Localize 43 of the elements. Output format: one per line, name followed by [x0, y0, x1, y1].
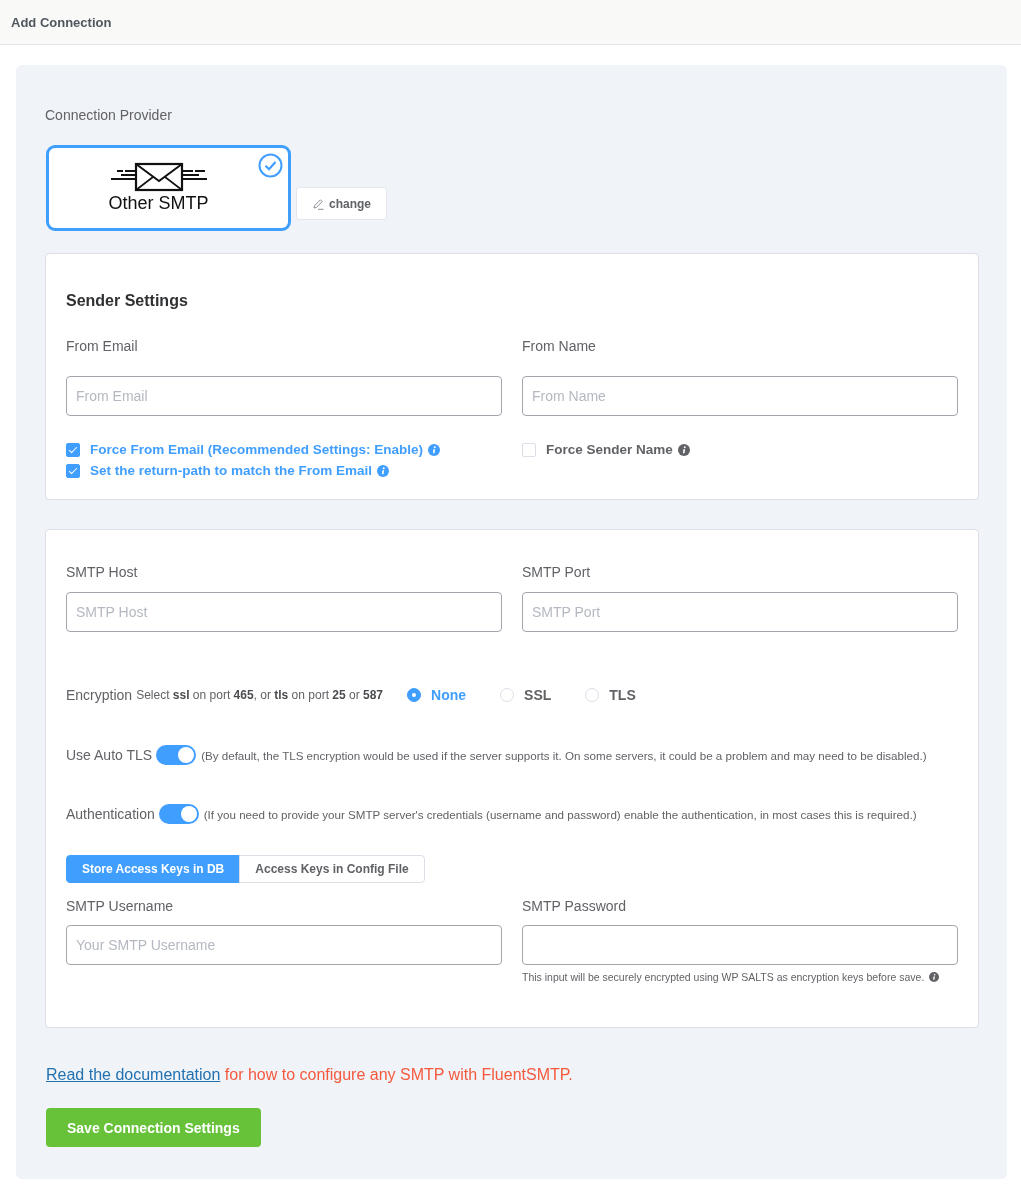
- encryption-hint: Select ssl on port 465, or tls on port 25 or 587: [136, 688, 384, 702]
- tab[interactable]: Access Keys in Config File: [239, 855, 425, 883]
- checkbox[interactable]: [66, 463, 80, 478]
- field-label: SMTP Password: [522, 897, 626, 916]
- input-field[interactable]: Your SMTP Username: [66, 925, 502, 965]
- card-title: Sender Settings: [66, 291, 188, 311]
- field-label: SMTP Username: [66, 897, 174, 916]
- radio-option[interactable]: TLS: [585, 687, 636, 703]
- envelope-icon: [110, 162, 207, 192]
- encryption-label: Encryption: [66, 686, 133, 705]
- toggle-switch[interactable]: [156, 745, 197, 765]
- field-label: SMTP Host: [66, 563, 138, 582]
- change-button[interactable]: change: [296, 187, 387, 220]
- checkbox-option[interactable]: Force Sender Name: [522, 439, 690, 460]
- info-icon: [428, 443, 441, 456]
- toggle-label: Use Auto TLS: [66, 746, 153, 765]
- input-field[interactable]: SMTP Host: [66, 592, 502, 632]
- field-label: From Email: [66, 337, 138, 356]
- toggle-note: (By default, the TLS encryption would be used if the server supports it. On some servers, it could be a problem and may need to be disabled.): [201, 748, 927, 762]
- toggle-label: Authentication: [66, 805, 155, 824]
- provider-card[interactable]: Other SMTP: [46, 145, 291, 231]
- toggle-note: (If you need to provide your SMTP server's credentials (username and password) enable the authentication, in most cases this is required.): [203, 807, 917, 821]
- info-icon: [929, 972, 940, 982]
- checkbox[interactable]: [66, 442, 80, 457]
- radio-option[interactable]: SSL: [500, 687, 552, 703]
- section-label: Connection Provider: [45, 106, 172, 125]
- documentation-link[interactable]: Read the documentation: [46, 1066, 221, 1083]
- input-field[interactable]: From Email: [66, 376, 502, 416]
- radio-button[interactable]: [407, 688, 422, 702]
- pencil-icon: [312, 197, 324, 210]
- input-field[interactable]: From Name: [522, 376, 958, 416]
- field-label: SMTP Port: [522, 563, 591, 582]
- page-title: Add Connection: [11, 14, 112, 30]
- help-text: This input will be securely encrypted using WP SALTS as encryption keys before save.: [522, 971, 925, 983]
- toggle-switch[interactable]: [158, 804, 199, 824]
- check-circle-icon: [258, 153, 283, 178]
- input-field[interactable]: SMTP Port: [522, 592, 958, 632]
- provider-name: Other SMTP: [108, 192, 209, 214]
- field-label: From Name: [522, 337, 596, 356]
- documentation-note: Read the documentation for how to configure any SMTP with FluentSMTP.: [46, 1065, 573, 1085]
- info-icon: [677, 443, 690, 456]
- password-field[interactable]: [522, 925, 958, 965]
- info-icon: [377, 464, 390, 477]
